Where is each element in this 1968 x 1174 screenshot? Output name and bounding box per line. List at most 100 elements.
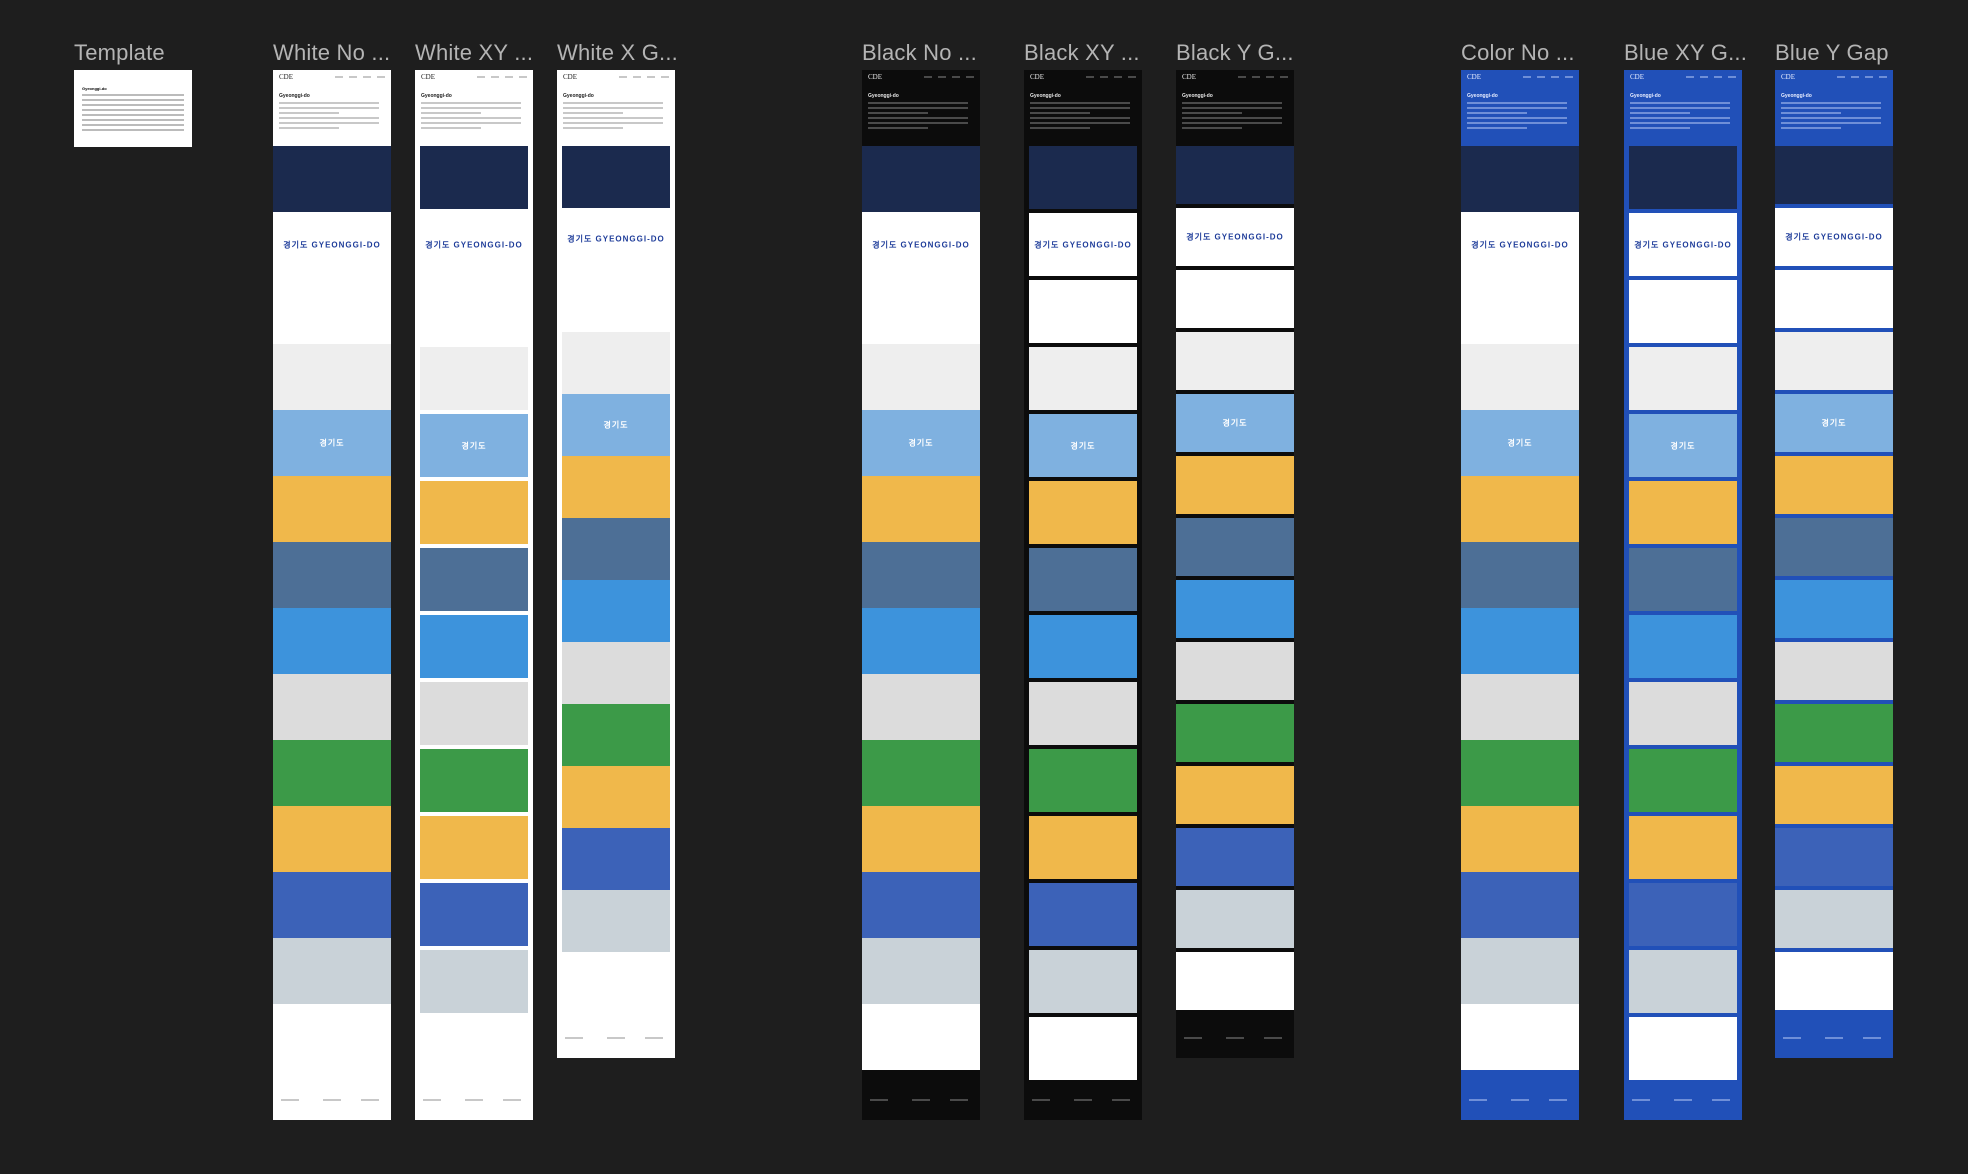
nav-item[interactable] xyxy=(1266,76,1274,78)
nav-item[interactable] xyxy=(377,76,385,78)
frame-label[interactable]: Black XY ... xyxy=(1024,40,1140,66)
cups[interactable] xyxy=(1029,816,1137,879)
car[interactable] xyxy=(1029,1017,1137,1080)
t-shirts[interactable] xyxy=(420,883,528,946)
grid-icon[interactable] xyxy=(1511,1099,1529,1101)
shopping-bags[interactable] xyxy=(1629,682,1737,745)
nav-item[interactable] xyxy=(477,76,485,78)
poster-board[interactable] xyxy=(1461,542,1579,608)
flag[interactable]: 경기도 xyxy=(862,410,980,476)
prev-arrow-icon[interactable] xyxy=(1032,1099,1050,1101)
page-frame[interactable]: CDE Gyeonggi-do 경기도 GYEONGGI-DO 경기도 xyxy=(557,70,675,1058)
logo-lockup[interactable]: 경기도 GYEONGGI-DO xyxy=(862,212,980,278)
frame-label[interactable]: White XY ... xyxy=(415,40,533,66)
next-arrow-icon[interactable] xyxy=(645,1037,663,1039)
car[interactable] xyxy=(1775,952,1893,1010)
car[interactable] xyxy=(862,1004,980,1070)
nav-item[interactable] xyxy=(1728,76,1736,78)
nav-item[interactable] xyxy=(966,76,974,78)
t-shirts[interactable] xyxy=(1176,828,1294,886)
night-building-photo[interactable] xyxy=(1629,146,1737,209)
badges[interactable] xyxy=(1629,749,1737,812)
next-arrow-icon[interactable] xyxy=(1863,1037,1881,1039)
t-shirts[interactable] xyxy=(273,872,391,938)
next-arrow-icon[interactable] xyxy=(1549,1099,1567,1101)
prev-arrow-icon[interactable] xyxy=(1632,1099,1650,1101)
nav-item[interactable] xyxy=(1686,76,1694,78)
poster-board[interactable] xyxy=(562,518,670,580)
nav-item[interactable] xyxy=(335,76,343,78)
logo-variations[interactable] xyxy=(273,278,391,344)
nav-item[interactable] xyxy=(1714,76,1722,78)
prev-arrow-icon[interactable] xyxy=(565,1037,583,1039)
next-arrow-icon[interactable] xyxy=(1112,1099,1130,1101)
nav-item[interactable] xyxy=(647,76,655,78)
business-cards[interactable] xyxy=(420,347,528,410)
prev-arrow-icon[interactable] xyxy=(281,1099,299,1101)
badges[interactable] xyxy=(1461,740,1579,806)
logo-lockup[interactable]: 경기도 GYEONGGI-DO xyxy=(273,212,391,278)
page-frame[interactable]: CDE Gyeonggi-do 경기도 GYEONGGI-DO 경기도 xyxy=(273,70,391,1120)
nav-item[interactable] xyxy=(952,76,960,78)
tote-bags[interactable] xyxy=(420,615,528,678)
logo-variations[interactable] xyxy=(420,280,528,343)
nav-item[interactable] xyxy=(1238,76,1246,78)
logo-variations[interactable] xyxy=(562,270,670,332)
poster-board[interactable] xyxy=(273,542,391,608)
nav-item[interactable] xyxy=(661,76,669,78)
badges[interactable] xyxy=(862,740,980,806)
poster-board[interactable] xyxy=(862,542,980,608)
nav-item[interactable] xyxy=(1851,76,1859,78)
cups[interactable] xyxy=(1461,806,1579,872)
book-mockup[interactable] xyxy=(420,481,528,544)
car[interactable] xyxy=(1629,1017,1737,1080)
prev-arrow-icon[interactable] xyxy=(1184,1037,1202,1039)
night-building-photo[interactable] xyxy=(1176,146,1294,204)
t-shirts[interactable] xyxy=(562,828,670,890)
interior-pattern[interactable] xyxy=(273,938,391,1004)
tote-bags[interactable] xyxy=(862,608,980,674)
nav-item[interactable] xyxy=(924,76,932,78)
logo-lockup[interactable]: 경기도 GYEONGGI-DO xyxy=(1461,212,1579,278)
nav-item[interactable] xyxy=(1565,76,1573,78)
nav-item[interactable] xyxy=(1100,76,1108,78)
nav-menu[interactable] xyxy=(1837,73,1887,78)
book-mockup[interactable] xyxy=(1029,481,1137,544)
page-frame[interactable]: CDE Gyeonggi-do 경기도 GYEONGGI-DO 경기도 xyxy=(1775,70,1893,1058)
car[interactable] xyxy=(420,1017,528,1080)
prev-arrow-icon[interactable] xyxy=(423,1099,441,1101)
cups[interactable] xyxy=(1775,766,1893,824)
template-frame[interactable]: Gyeonggi-do xyxy=(74,70,192,147)
night-building-photo[interactable] xyxy=(1775,146,1893,204)
page-frame[interactable]: CDE Gyeonggi-do 경기도 GYEONGGI-DO 경기도 xyxy=(415,70,533,1120)
grid-icon[interactable] xyxy=(1825,1037,1843,1039)
nav-item[interactable] xyxy=(1128,76,1136,78)
nav-item[interactable] xyxy=(938,76,946,78)
tote-bags[interactable] xyxy=(562,580,670,642)
page-frame[interactable]: CDE Gyeonggi-do 경기도 GYEONGGI-DO 경기도 xyxy=(1176,70,1294,1058)
business-cards[interactable] xyxy=(273,344,391,410)
shopping-bags[interactable] xyxy=(273,674,391,740)
interior-pattern[interactable] xyxy=(1029,950,1137,1013)
logo-variations[interactable] xyxy=(1629,280,1737,343)
logo-lockup[interactable]: 경기도 GYEONGGI-DO xyxy=(1629,213,1737,276)
tote-bags[interactable] xyxy=(1461,608,1579,674)
nav-item[interactable] xyxy=(1837,76,1845,78)
flag[interactable]: 경기도 xyxy=(1176,394,1294,452)
t-shirts[interactable] xyxy=(1775,828,1893,886)
nav-item[interactable] xyxy=(1551,76,1559,78)
shopping-bags[interactable] xyxy=(1029,682,1137,745)
frame-label-template[interactable]: Template xyxy=(74,40,165,66)
logo-lockup[interactable]: 경기도 GYEONGGI-DO xyxy=(1775,208,1893,266)
car[interactable] xyxy=(1461,1004,1579,1070)
nav-menu[interactable] xyxy=(1238,73,1288,78)
prev-arrow-icon[interactable] xyxy=(1469,1099,1487,1101)
interior-pattern[interactable] xyxy=(1629,950,1737,1013)
flag[interactable]: 경기도 xyxy=(1775,394,1893,452)
nav-item[interactable] xyxy=(519,76,527,78)
night-building-photo[interactable] xyxy=(1461,146,1579,212)
poster-board[interactable] xyxy=(1629,548,1737,611)
cups[interactable] xyxy=(273,806,391,872)
nav-menu[interactable] xyxy=(335,73,385,78)
flag[interactable]: 경기도 xyxy=(1461,410,1579,476)
